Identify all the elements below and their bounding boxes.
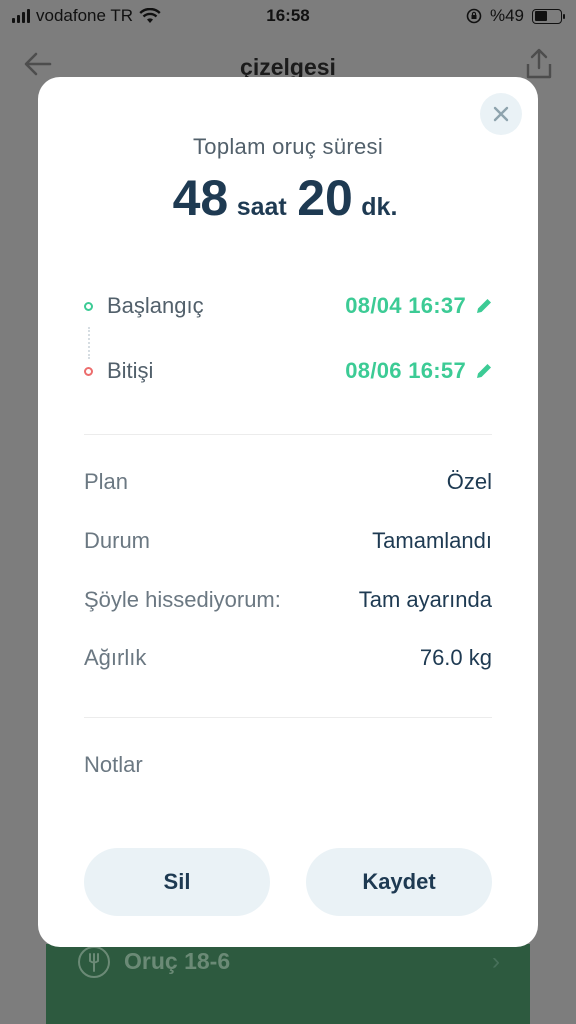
detail-row-status[interactable]: Durum Tamamlandı	[84, 528, 492, 554]
detail-row-feeling[interactable]: Şöyle hissediyorum: Tam ayarında	[84, 587, 492, 613]
close-button[interactable]	[480, 93, 522, 135]
detail-row-weight[interactable]: Ağırlık 76.0 kg	[84, 645, 492, 671]
save-button[interactable]: Kaydet	[306, 848, 492, 916]
detail-value: Özel	[446, 469, 492, 494]
battery-level	[534, 11, 547, 21]
start-label: Başlangıç	[107, 293, 204, 318]
status-right: %49	[466, 6, 565, 26]
chevron-right-icon: ›	[492, 948, 500, 975]
end-time-value[interactable]: 08/06 16:57	[345, 358, 466, 384]
share-button[interactable]	[524, 48, 554, 85]
fasting-plan-card[interactable]: Oruç 18-6 ›	[46, 944, 530, 1024]
detail-value: 76.0 kg	[419, 645, 492, 670]
total-duration-label: Toplam oruç süresi	[192, 134, 384, 159]
detail-label: Plan	[84, 469, 129, 494]
detail-label: Durum	[84, 528, 151, 553]
detail-row-plan[interactable]: Plan Özel	[84, 469, 492, 495]
divider	[84, 434, 492, 435]
end-label: Bitişi	[107, 358, 154, 383]
start-time-row: Başlangıç 08/04 16:37	[84, 286, 494, 326]
total-minutes: 20	[297, 170, 353, 226]
share-icon	[526, 48, 552, 79]
end-dot-icon	[84, 366, 93, 376]
start-dot-icon	[84, 301, 93, 311]
total-hours: 48	[172, 170, 229, 226]
detail-label: Şöyle hissediyorum:	[84, 587, 281, 612]
detail-value: Tamamlandı	[372, 528, 492, 553]
detail-label: Ağırlık	[84, 645, 147, 670]
pencil-icon[interactable]	[474, 296, 494, 316]
total-duration-value: 48 saat 20 dk.	[38, 169, 538, 227]
battery-icon	[532, 8, 565, 24]
hours-unit: saat	[236, 193, 287, 221]
battery-percent: %49	[489, 6, 524, 25]
minutes-unit: dk.	[361, 193, 398, 221]
fast-detail-modal: Toplam oruç süresi 48 saat 20 dk. Başlan…	[38, 77, 538, 947]
notes-field[interactable]: Notlar	[84, 752, 143, 778]
pencil-icon[interactable]	[474, 361, 494, 381]
plan-name: Oruç 18-6	[124, 948, 231, 974]
status-bar: vodafone TR 16:58 %49	[0, 0, 576, 32]
start-time-value[interactable]: 08/04 16:37	[345, 293, 466, 319]
close-icon	[493, 106, 509, 122]
end-time-row: Bitişi 08/06 16:57	[84, 351, 494, 391]
detail-value: Tam ayarında	[358, 587, 492, 612]
rotation-lock-icon	[466, 8, 482, 24]
divider	[84, 717, 492, 718]
delete-button[interactable]: Sil	[84, 848, 270, 916]
fork-icon	[78, 946, 110, 978]
